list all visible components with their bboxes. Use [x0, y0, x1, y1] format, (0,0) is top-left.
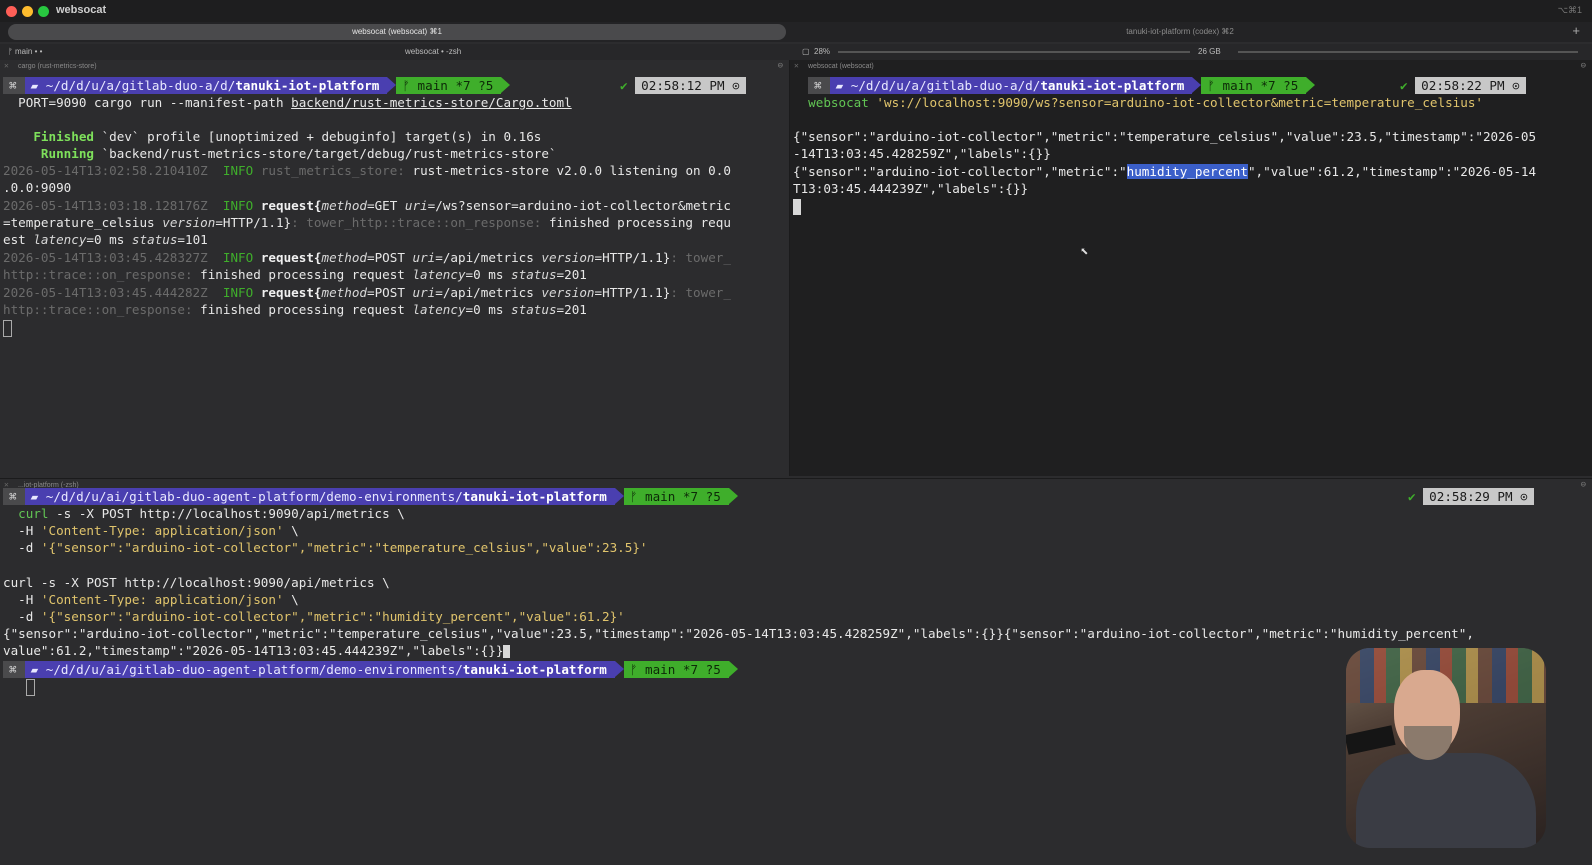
pane-close-icon[interactable]: ✕: [794, 61, 799, 70]
pane-menu-icon[interactable]: ⊖: [778, 61, 783, 71]
pane-close-icon[interactable]: ✕: [4, 61, 9, 70]
prompt-line: ⌘ ▰ ~/d/d/u/ai/gitlab-duo-agent-platform/…: [3, 488, 738, 505]
pane-cargo[interactable]: ✕ cargo (rust-metrics-store) ⊖ ⌘ ▰ ~/d/d/…: [0, 60, 790, 476]
log-line: .0.0:9090: [3, 180, 72, 195]
log-line: http::trace::on_response: finished proce…: [3, 267, 587, 282]
selected-text[interactable]: humidity_percent: [1126, 164, 1248, 179]
log-running: Running `backend/rust-metrics-store/targ…: [40, 146, 557, 161]
log-line: 2026-05-14T13:03:45.444282Z INFO request…: [3, 285, 731, 300]
cpu-meter: [838, 51, 1190, 53]
tab-tanuki-iot-platform[interactable]: tanuki-iot-platform (codex) ⌘2: [800, 24, 1560, 40]
log-line: est latency=0 ms status=101: [3, 232, 208, 247]
log-line: =temperature_celsius version=HTTP/1.1}: …: [3, 215, 731, 230]
prompt-dir: ▰ ~/d/d/u/a/gitlab-duo-a/d/tanuki-iot-pl…: [829, 77, 1193, 94]
ws-message: T13:03:45.444239Z","labels":{}}: [793, 181, 1029, 196]
cpu-icon: ▢: [802, 47, 810, 56]
prompt-time: 02:58:22 PM ⊙: [1415, 77, 1526, 94]
new-tab-icon[interactable]: +: [1572, 23, 1580, 38]
mouse-pointer-icon: ⬉: [1080, 244, 1089, 260]
os-icon: ⌘: [3, 488, 25, 505]
prompt-git: ᚠ main *7 ?5: [623, 661, 729, 678]
prompt-git: ᚠ main *7 ?5: [1201, 77, 1307, 94]
log-line: 2026-05-14T13:02:58.210410Z INFO rust_me…: [3, 163, 731, 178]
window-titlebar: websocat ⌥⌘1: [0, 0, 1592, 22]
mem-meter: [1238, 51, 1578, 53]
command-line: websocat 'ws://localhost:9090/ws?sensor=…: [808, 95, 1483, 110]
status-bar: ᚠ main • • websocat • -zsh ▢ 28% 26 GB: [0, 44, 1592, 60]
prompt-line: ⌘ ▰ ~/d/d/u/a/gitlab-duo-a/d/tanuki-iot-p…: [3, 77, 511, 94]
command-line: curl -s -X POST http://localhost:9090/ap…: [18, 506, 405, 521]
prompt-line: ⌘ ▰ ~/d/d/u/a/gitlab-duo-a/d/tanuki-iot-p…: [808, 77, 1316, 94]
log-line: http::trace::on_response: finished proce…: [3, 302, 587, 317]
webcam-overlay: [1346, 648, 1546, 848]
ws-message: {"sensor":"arduino-iot-collector","metri…: [793, 164, 1537, 179]
log-finished: Finished `dev` profile [unoptimized + de…: [33, 129, 542, 144]
prompt-line: ⌘ ▰ ~/d/d/u/ai/gitlab-duo-agent-platform/…: [3, 661, 738, 678]
prompt-dir: ▰ ~/d/d/u/ai/gitlab-duo-agent-platform/d…: [24, 661, 615, 678]
check-icon: ✔: [1400, 78, 1416, 93]
prompt-time: 02:58:29 PM ⊙: [1423, 488, 1534, 505]
pane-label: websocat (websocat): [808, 63, 874, 70]
zoom-window-button[interactable]: [38, 6, 49, 17]
os-icon: ⌘: [3, 77, 25, 94]
os-icon: ⌘: [3, 661, 25, 678]
status-cpu: 28%: [814, 47, 831, 56]
minimize-window-button[interactable]: [22, 6, 33, 17]
command-line: -H 'Content-Type: application/json' \: [3, 523, 299, 538]
microphone-icon: [1346, 725, 1396, 755]
prompt-time: 02:58:12 PM ⊙: [635, 77, 746, 94]
terminal-cursor: [3, 319, 12, 337]
prompt-right: ✔ 02:58:12 PM ⊙: [620, 77, 746, 94]
prompt-git: ᚠ main *7 ?5: [623, 488, 729, 505]
pane-websocat[interactable]: ✕ websocat (websocat) ⊖ ⌘ ▰ ~/d/d/u/a/git…: [790, 60, 1592, 476]
check-icon: ✔: [1408, 489, 1424, 504]
prompt-dir: ▰ ~/d/d/u/a/gitlab-duo-a/d/tanuki-iot-pl…: [24, 77, 388, 94]
log-line: 2026-05-14T13:03:45.428327Z INFO request…: [3, 250, 731, 265]
curl-output: {"sensor":"arduino-iot-collector","metri…: [3, 626, 1474, 641]
prompt-right: ✔ 02:58:29 PM ⊙: [1408, 488, 1534, 505]
ws-message: -14T13:03:45.428259Z","labels":{}}: [793, 146, 1051, 161]
status-mem: 26 GB: [1198, 47, 1221, 56]
tab-websocat[interactable]: websocat (websocat) ⌘1: [8, 24, 786, 40]
ws-message: {"sensor":"arduino-iot-collector","metri…: [793, 129, 1537, 144]
window-shortcut: ⌥⌘1: [1557, 5, 1582, 15]
os-icon: ⌘: [808, 77, 830, 94]
prompt-dir: ▰ ~/d/d/u/ai/gitlab-duo-agent-platform/d…: [24, 488, 615, 505]
command-line: -d '{"sensor":"arduino-iot-collector","m…: [3, 540, 648, 555]
command-line: -H 'Content-Type: application/json' \: [3, 592, 299, 607]
pane-menu-icon[interactable]: ⊖: [1581, 480, 1586, 490]
prompt-git: ᚠ main *7 ?5: [396, 77, 502, 94]
pane-label: cargo (rust-metrics-store): [18, 63, 97, 70]
command-line: PORT=9090 cargo run --manifest-path back…: [18, 95, 572, 110]
curl-output: value":61.2,"timestamp":"2026-05-14T13:0…: [3, 642, 511, 659]
terminal-cursor: [793, 197, 801, 215]
presenter-body: [1356, 753, 1536, 848]
command-line: curl -s -X POST http://localhost:9090/ap…: [3, 575, 390, 590]
log-line: 2026-05-14T13:03:18.128176Z INFO request…: [3, 198, 731, 213]
status-branch: ᚠ main • •: [8, 47, 43, 56]
prompt-right: ✔ 02:58:22 PM ⊙: [1400, 77, 1526, 94]
command-line: -d '{"sensor":"arduino-iot-collector","m…: [3, 609, 625, 624]
check-icon: ✔: [620, 78, 636, 93]
window-title: websocat: [56, 4, 107, 16]
terminal-cursor: [26, 678, 35, 696]
pane-menu-icon[interactable]: ⊖: [1581, 61, 1586, 71]
close-window-button[interactable]: [6, 6, 17, 17]
status-session: websocat • -zsh: [405, 47, 462, 56]
tab-bar: websocat (websocat) ⌘1 tanuki-iot-platfo…: [0, 22, 1592, 42]
